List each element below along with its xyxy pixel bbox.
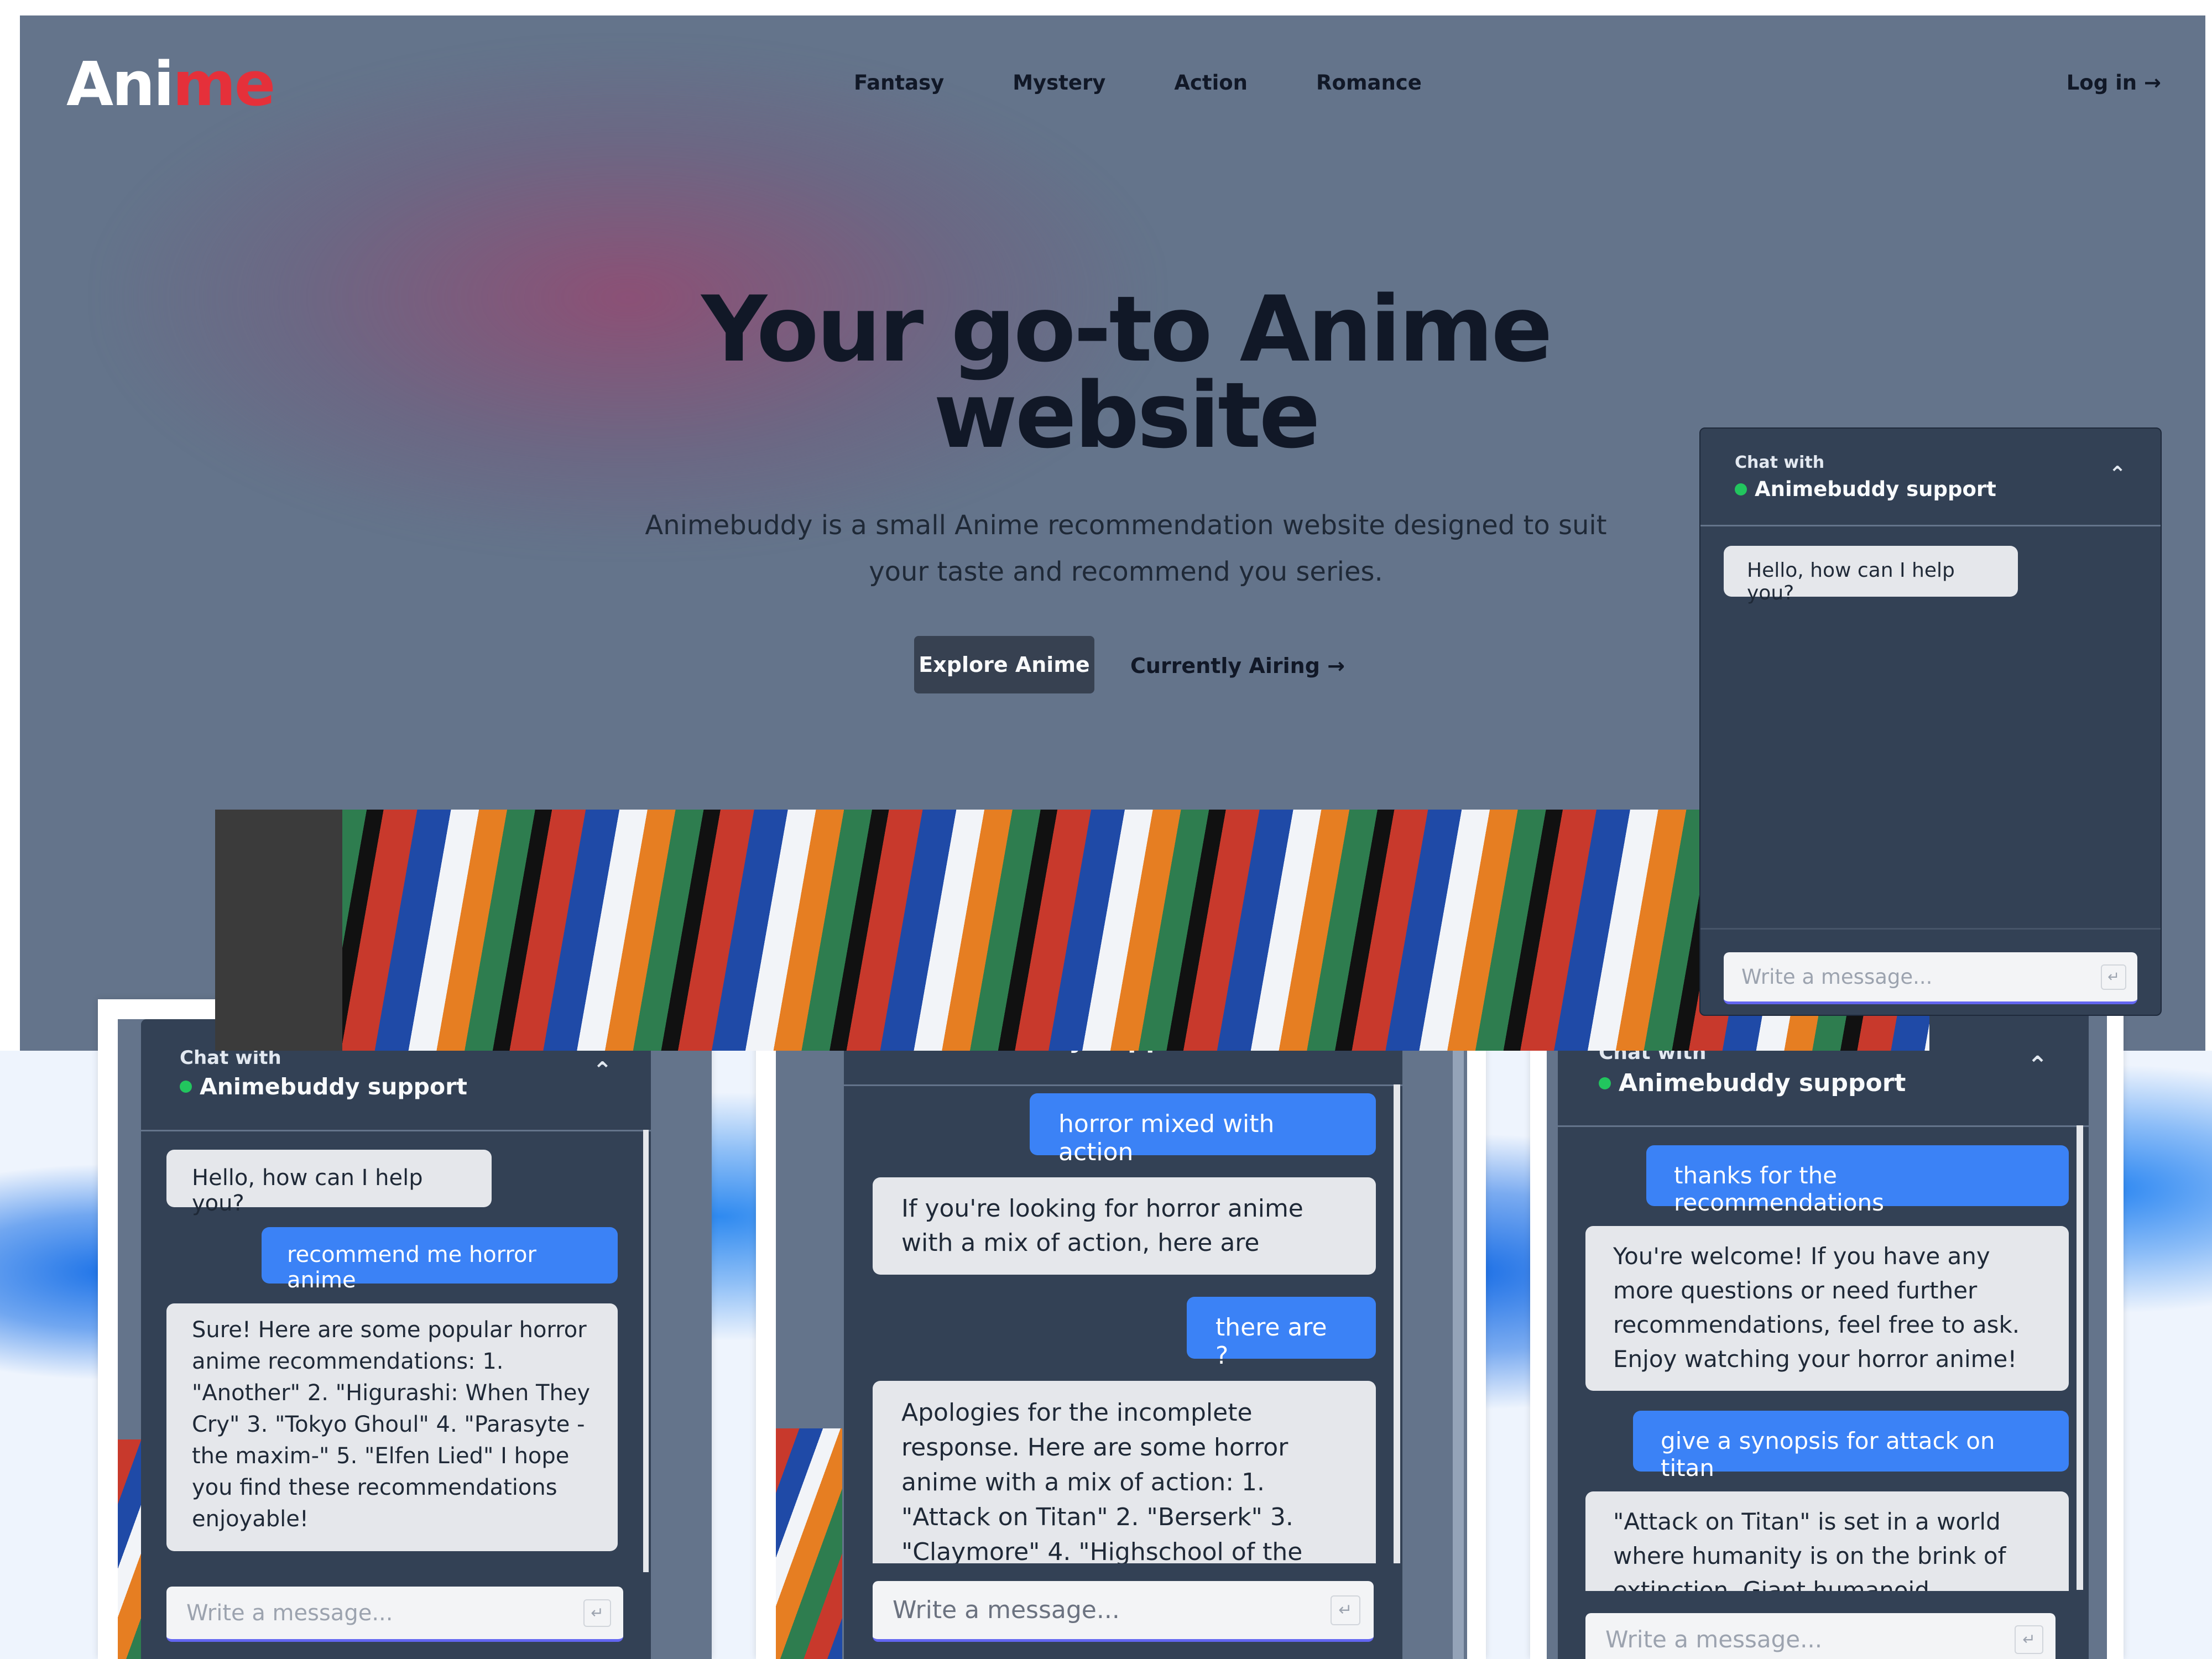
chat-panel-3: Chat with Animebuddy support ⌃ thanks fo… xyxy=(1558,1010,2089,1659)
hero-anime-image xyxy=(215,810,1929,1051)
agent-name-text: Animebuddy support xyxy=(1619,1069,1906,1097)
chat-widget: Chat with Animebuddy support ⌃ Hello, ho… xyxy=(1699,427,2162,1016)
nav-romance[interactable]: Romance xyxy=(1316,71,1422,95)
nav-action[interactable]: Action xyxy=(1174,71,1248,95)
screenshot-2-image-strip xyxy=(776,1428,842,1659)
collapse-chevron-icon[interactable]: ⌃ xyxy=(2109,462,2126,486)
chat-header[interactable]: Chat with Animebuddy support ⌃ xyxy=(1700,429,2161,526)
chat-input-placeholder: Write a message... xyxy=(186,1600,393,1626)
chat-screenshot-3: Chat with Animebuddy support ⌃ thanks fo… xyxy=(1530,994,2124,1659)
chat-scrollbar[interactable] xyxy=(1394,1084,1400,1593)
logo-text-white: Ani xyxy=(66,49,174,119)
hero-title: Your go-to Anime website xyxy=(701,276,1552,468)
chat-panel-1: Chat with Animebuddy support ⌃ Hello, ho… xyxy=(141,1019,651,1659)
enter-icon[interactable]: ↵ xyxy=(583,1599,611,1627)
chat-bot-message: Hello, how can I help you? xyxy=(1724,546,2018,604)
chat-agent-name: Animebuddy support xyxy=(180,1073,467,1100)
enter-icon[interactable]: ↵ xyxy=(1331,1595,1360,1625)
online-status-dot xyxy=(1599,1077,1611,1089)
chat-user-message: give a synopsis for attack on titan xyxy=(1633,1411,2069,1481)
chat-bot-message: Sure! Here are some popular horror anime… xyxy=(166,1303,618,1551)
nav-fantasy[interactable]: Fantasy xyxy=(854,71,944,95)
agent-name-text: Animebuddy support xyxy=(1755,477,1996,501)
chat-screenshot-2: Chat with Animebuddy support ⌃ horror mi… xyxy=(756,944,1486,1659)
chat-divider xyxy=(1700,928,2161,930)
screenshot-3-background: Chat with Animebuddy support ⌃ thanks fo… xyxy=(1547,1010,2107,1659)
chat-panel-2: Chat with Animebuddy support ⌃ horror mi… xyxy=(844,964,1402,1659)
chat-user-message: recommend me horror anime xyxy=(262,1227,618,1293)
explore-anime-button[interactable]: Explore Anime xyxy=(914,636,1094,693)
login-link[interactable]: Log in → xyxy=(2067,71,2161,95)
currently-airing-link[interactable]: Currently Airing → xyxy=(1130,654,1345,678)
chat-agent-name: Animebuddy support xyxy=(1599,1069,1906,1097)
chat-input-placeholder: Write a message... xyxy=(893,1596,1120,1624)
chat-screenshot-1: Chat with Animebuddy support ⌃ Hello, ho… xyxy=(98,999,712,1659)
screenshot-1-background: Chat with Animebuddy support ⌃ Hello, ho… xyxy=(118,1019,712,1659)
chat-scrollbar[interactable] xyxy=(643,1130,649,1572)
chat-scrollbar[interactable] xyxy=(2077,1125,2083,1590)
chat-user-message: thanks for the recommendations xyxy=(1646,1145,2069,1216)
collapse-chevron-icon[interactable]: ⌃ xyxy=(2027,1051,2048,1079)
nav-mystery[interactable]: Mystery xyxy=(1013,71,1105,95)
chat-message-input[interactable]: Write a message... ↵ xyxy=(1585,1613,2056,1659)
chat-agent-name: Animebuddy support xyxy=(1735,477,1996,501)
chat-input-area: Write a message... ↵ xyxy=(1558,1591,2089,1659)
hero-subtitle: Animebuddy is a small Anime recommendati… xyxy=(645,510,1607,587)
main-website-screenshot: Anime Fantasy Mystery Action Romance Log… xyxy=(20,15,2205,1051)
chat-message-input[interactable]: Write a message... ↵ xyxy=(1724,952,2137,1004)
collapse-chevron-icon[interactable]: ⌃ xyxy=(593,1057,612,1084)
chat-bot-message: If you're looking for horror anime with … xyxy=(873,1177,1376,1275)
chat-with-label: Chat with xyxy=(1735,453,1825,472)
chat-user-message: horror mixed with action xyxy=(1030,1093,1376,1166)
chat-input-placeholder: Write a message... xyxy=(1741,965,1933,989)
online-status-dot xyxy=(1735,483,1747,495)
page-scrollbar[interactable] xyxy=(1453,964,1464,1659)
chat-message-input[interactable]: Write a message... ↵ xyxy=(166,1587,623,1642)
logo-text-red: me xyxy=(173,49,275,119)
agent-name-text: Animebuddy support xyxy=(200,1073,468,1100)
enter-icon[interactable]: ↵ xyxy=(2101,964,2126,990)
chat-input-placeholder: Write a message... xyxy=(1605,1626,1823,1653)
chat-bot-message: Hello, how can I help you? xyxy=(166,1150,492,1216)
enter-icon[interactable]: ↵ xyxy=(2015,1625,2043,1654)
chat-message-input[interactable]: Write a message... ↵ xyxy=(873,1581,1374,1642)
top-nav: Fantasy Mystery Action Romance xyxy=(854,71,1490,95)
screenshot-2-background: Chat with Animebuddy support ⌃ horror mi… xyxy=(776,964,1467,1659)
chat-input-area: Write a message... ↵ xyxy=(844,1563,1402,1659)
chat-user-message: there are ? xyxy=(1187,1297,1376,1370)
chat-bot-message: You're welcome! If you have any more que… xyxy=(1585,1226,2069,1391)
site-logo[interactable]: Anime xyxy=(66,49,275,119)
online-status-dot xyxy=(180,1081,192,1093)
